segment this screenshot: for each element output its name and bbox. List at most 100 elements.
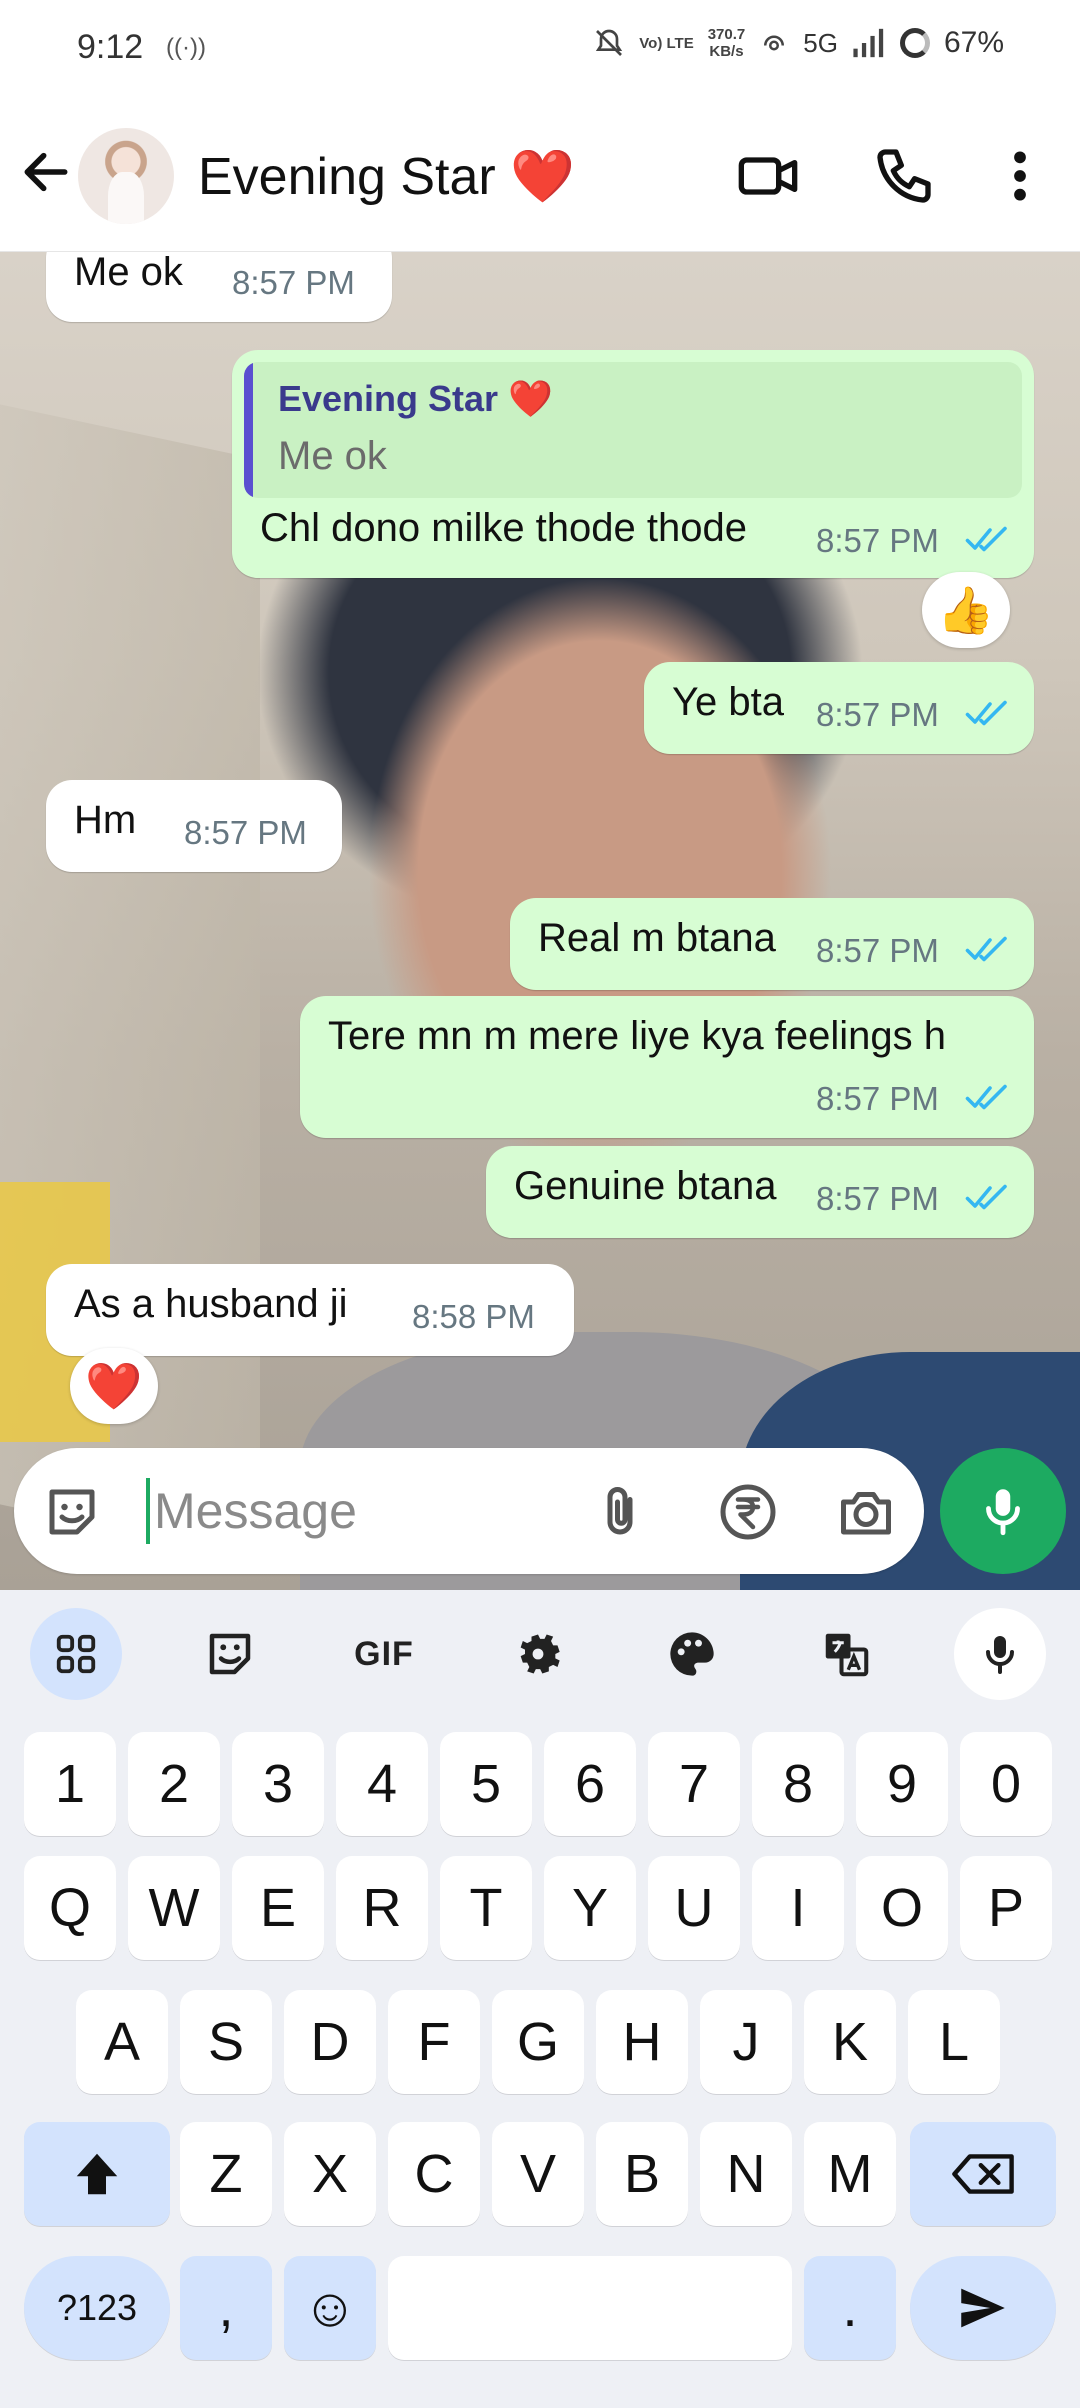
key-j[interactable]: J: [700, 1990, 792, 2094]
key-c[interactable]: C: [388, 2122, 480, 2226]
backspace-icon: [952, 2154, 1014, 2194]
contact-name[interactable]: Evening Star ❤️: [198, 146, 575, 207]
battery-icon: [899, 28, 930, 58]
status-bar: 9:12 ((·)) Vo) LTE 370.7 KB/s 5G 67%: [0, 0, 1080, 100]
message-time: 8:57 PM: [816, 1080, 939, 1117]
key-r[interactable]: R: [336, 1856, 428, 1960]
backspace-key[interactable]: [910, 2122, 1056, 2226]
key-h[interactable]: H: [596, 1990, 688, 2094]
key-5[interactable]: 5: [440, 1732, 532, 1836]
chat-header: Evening Star ❤️: [0, 100, 1080, 252]
signal-icon: [853, 28, 884, 58]
key-y[interactable]: Y: [544, 1856, 636, 1960]
more-options-icon[interactable]: [988, 144, 1052, 208]
space-bar[interactable]: [388, 2256, 792, 2360]
settings-gear-icon[interactable]: [492, 1608, 584, 1700]
battery-percent: 67%: [943, 26, 1004, 59]
message-text: Tere mn m mere liye kya feelings h: [328, 1014, 947, 1058]
key-v[interactable]: V: [492, 2122, 584, 2226]
key-7[interactable]: 7: [648, 1732, 740, 1836]
key-6[interactable]: 6: [544, 1732, 636, 1836]
key-s[interactable]: S: [180, 1990, 272, 2094]
key-t[interactable]: T: [440, 1856, 532, 1960]
key-f[interactable]: F: [388, 1990, 480, 2094]
message-text: Genuine btana: [514, 1164, 777, 1208]
key-0[interactable]: 0: [960, 1732, 1052, 1836]
camera-icon[interactable]: [836, 1482, 896, 1542]
video-call-icon[interactable]: [736, 144, 800, 208]
key-z[interactable]: Z: [180, 2122, 272, 2226]
payment-rupee-icon[interactable]: [718, 1482, 778, 1542]
message-input[interactable]: [146, 1478, 566, 1544]
theme-palette-icon[interactable]: [646, 1608, 738, 1700]
read-ticks-icon: [965, 1084, 1007, 1110]
read-ticks-icon: [965, 526, 1007, 552]
voice-call-icon[interactable]: [872, 144, 936, 208]
attach-icon[interactable]: [590, 1482, 650, 1542]
key-i[interactable]: I: [752, 1856, 844, 1960]
key-e[interactable]: E: [232, 1856, 324, 1960]
key-a[interactable]: A: [76, 1990, 168, 2094]
key-q[interactable]: Q: [24, 1856, 116, 1960]
key-d[interactable]: D: [284, 1990, 376, 2094]
message-bubble-incoming[interactable]: Hm 8:57 PM: [46, 780, 342, 872]
message-text: Real m btana: [538, 916, 776, 960]
message-text: Chl dono milke thode thode: [260, 506, 747, 550]
message-bubble-outgoing[interactable]: Ye bta 8:57 PM: [644, 662, 1034, 754]
key-1[interactable]: 1: [24, 1732, 116, 1836]
key-b[interactable]: B: [596, 2122, 688, 2226]
key-3[interactable]: 3: [232, 1732, 324, 1836]
message-bubble-outgoing[interactable]: Genuine btana 8:57 PM: [486, 1146, 1034, 1238]
key-n[interactable]: N: [700, 2122, 792, 2226]
wifi-calling-icon: [764, 35, 785, 51]
key-2[interactable]: 2: [128, 1732, 220, 1836]
message-reaction[interactable]: 👍: [922, 572, 1010, 648]
comma-key[interactable]: ,: [180, 2256, 272, 2360]
key-x[interactable]: X: [284, 2122, 376, 2226]
gif-button[interactable]: GIF: [338, 1608, 430, 1700]
back-arrow-icon[interactable]: [18, 144, 74, 200]
shift-key[interactable]: [24, 2122, 170, 2226]
voice-typing-icon[interactable]: [954, 1608, 1046, 1700]
status-indicators: Vo) LTE 370.7 KB/s 5G 67%: [593, 26, 1004, 60]
message-text: Ye bta: [672, 680, 784, 724]
message-time: 8:57 PM: [232, 264, 355, 301]
message-bubble-outgoing[interactable]: Tere mn m mere liye kya feelings h 8:57 …: [300, 996, 1034, 1138]
quote-text: Me ok: [278, 434, 387, 478]
keyboard: GIF 1 2 3 4 5 6 7 8 9 0 Q W E R T Y U I …: [0, 1590, 1080, 2408]
message-bubble-incoming[interactable]: As a husband ji 8:58 PM: [46, 1264, 574, 1356]
voice-record-button[interactable]: [940, 1448, 1066, 1574]
key-w[interactable]: W: [128, 1856, 220, 1960]
key-4[interactable]: 4: [336, 1732, 428, 1836]
sticker-keyboard-icon[interactable]: [184, 1608, 276, 1700]
key-l[interactable]: L: [908, 1990, 1000, 2094]
send-key[interactable]: [910, 2256, 1056, 2360]
key-m[interactable]: M: [804, 2122, 896, 2226]
key-9[interactable]: 9: [856, 1732, 948, 1836]
message-bubble-incoming[interactable]: Me ok 8:57 PM: [46, 252, 392, 322]
avatar[interactable]: [78, 128, 174, 224]
quote-bar: [244, 362, 253, 498]
message-bubble-outgoing[interactable]: Real m btana 8:57 PM: [510, 898, 1034, 990]
message-bubble-outgoing[interactable]: Evening Star ❤️ Me ok Chl dono milke tho…: [232, 350, 1034, 578]
message-time: 8:57 PM: [184, 814, 307, 851]
key-k[interactable]: K: [804, 1990, 896, 2094]
sticker-icon[interactable]: [42, 1482, 102, 1542]
key-u[interactable]: U: [648, 1856, 740, 1960]
emoji-key[interactable]: ☺: [284, 2256, 376, 2360]
chat-area[interactable]: Me ok 8:57 PM Evening Star ❤️ Me ok Chl …: [0, 252, 1080, 1590]
translate-icon[interactable]: [800, 1608, 892, 1700]
key-8[interactable]: 8: [752, 1732, 844, 1836]
period-key[interactable]: .: [804, 2256, 896, 2360]
key-o[interactable]: O: [856, 1856, 948, 1960]
key-g[interactable]: G: [492, 1990, 584, 2094]
message-reaction[interactable]: ❤️: [70, 1348, 158, 1424]
apps-grid-icon[interactable]: [30, 1608, 122, 1700]
message-time: 8:57 PM: [816, 522, 939, 559]
message-time: 8:58 PM: [412, 1298, 535, 1335]
quoted-message[interactable]: Evening Star ❤️ Me ok: [244, 362, 1022, 498]
key-p[interactable]: P: [960, 1856, 1052, 1960]
message-text: As a husband ji: [74, 1282, 348, 1326]
net-speed-unit: KB/s: [709, 43, 744, 60]
symbols-key[interactable]: ?123: [24, 2256, 170, 2360]
